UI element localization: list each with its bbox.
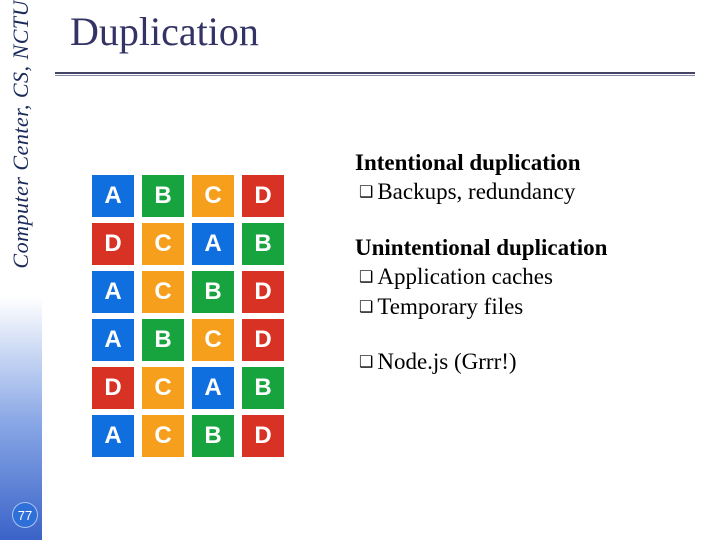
list-item: ❑Temporary files	[355, 292, 695, 321]
grid-cell: B	[192, 415, 234, 457]
bullet-icon: ❑	[359, 269, 373, 286]
grid-cell: B	[242, 367, 284, 409]
color-grid: A B C D D C A B A C B D A B C D D C A B …	[92, 175, 284, 457]
grid-cell: D	[242, 319, 284, 361]
grid-cell: B	[142, 319, 184, 361]
grid-cell: C	[142, 271, 184, 313]
section-heading: Intentional duplication	[355, 148, 695, 177]
grid-cell: C	[192, 175, 234, 217]
grid-cell: A	[92, 175, 134, 217]
grid-cell: D	[92, 223, 134, 265]
section-unintentional: Unintentional duplication ❑Application c…	[355, 233, 695, 321]
list-item-text: Temporary files	[377, 294, 523, 319]
grid-cell: D	[242, 271, 284, 313]
list-item-text: Backups, redundancy	[377, 179, 575, 204]
slide: Computer Center, CS, NCTU Duplication A …	[0, 0, 720, 540]
grid-cell: D	[242, 415, 284, 457]
slide-title: Duplication	[70, 8, 259, 55]
bullet-icon: ❑	[359, 354, 373, 371]
grid-cell: A	[92, 271, 134, 313]
grid-cell: A	[92, 319, 134, 361]
bullet-icon: ❑	[359, 184, 373, 201]
grid-cell: B	[142, 175, 184, 217]
section-extra: ❑Node.js (Grrr!)	[355, 347, 695, 376]
grid-cell: B	[242, 223, 284, 265]
list-item: ❑Application caches	[355, 262, 695, 291]
sidebar: Computer Center, CS, NCTU	[0, 0, 42, 540]
grid-cell: A	[192, 223, 234, 265]
title-underline	[55, 72, 695, 76]
list-item: ❑Backups, redundancy	[355, 177, 695, 206]
content-area: Intentional duplication ❑Backups, redund…	[355, 148, 695, 403]
sidebar-label: Computer Center, CS, NCTU	[8, 0, 34, 273]
bullet-icon: ❑	[359, 299, 373, 316]
list-item-text: Application caches	[377, 264, 553, 289]
list-item-text: Node.js (Grrr!)	[377, 349, 516, 374]
list-item: ❑Node.js (Grrr!)	[355, 347, 695, 376]
page-number-badge: 77	[12, 502, 38, 528]
grid-cell: C	[192, 319, 234, 361]
grid-cell: C	[142, 367, 184, 409]
grid-cell: A	[92, 415, 134, 457]
grid-cell: C	[142, 415, 184, 457]
section-intentional: Intentional duplication ❑Backups, redund…	[355, 148, 695, 207]
grid-cell: B	[192, 271, 234, 313]
section-heading: Unintentional duplication	[355, 233, 695, 262]
grid-cell: A	[192, 367, 234, 409]
grid-cell: C	[142, 223, 184, 265]
grid-cell: D	[92, 367, 134, 409]
grid-cell: D	[242, 175, 284, 217]
